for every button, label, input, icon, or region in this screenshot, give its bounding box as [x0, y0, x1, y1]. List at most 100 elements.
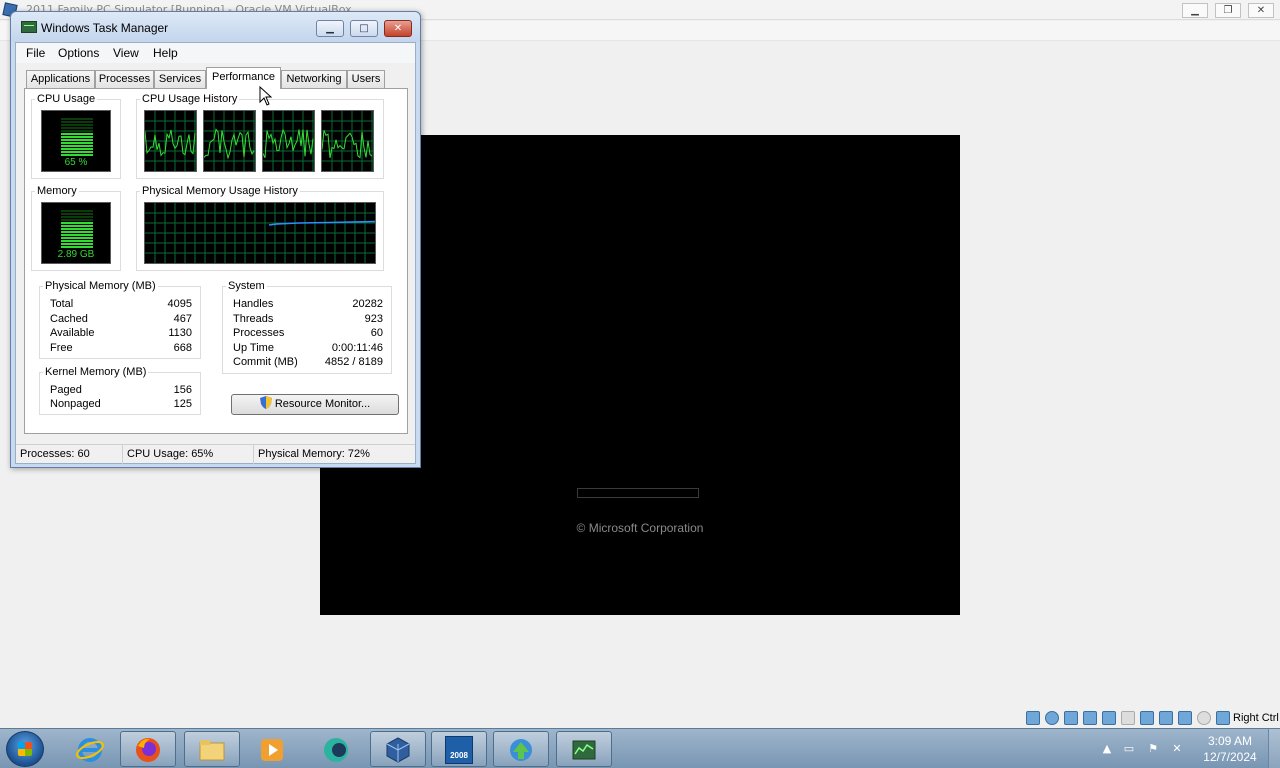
recording-icon[interactable]	[1159, 711, 1173, 725]
cpu-trace	[204, 128, 255, 160]
taskbar-app-globe[interactable]	[308, 731, 364, 767]
audio-icon[interactable]	[1064, 711, 1078, 725]
optical-drive-icon[interactable]	[1045, 711, 1059, 725]
menu-file[interactable]: File	[26, 46, 45, 60]
task-manager-taskbar-icon	[570, 736, 598, 764]
tab-services[interactable]: Services	[154, 70, 206, 88]
action-center-flag-icon[interactable]: ⚑	[1146, 742, 1160, 756]
tab-applications[interactable]: Applications	[26, 70, 95, 88]
memory-history-label: Physical Memory Usage History	[140, 185, 300, 197]
taskbar-firefox[interactable]	[120, 731, 176, 767]
show-desktop-button[interactable]	[1268, 729, 1280, 768]
memory-gauge-segment	[61, 213, 93, 215]
display-icon[interactable]	[1140, 711, 1154, 725]
volume-muted-icon[interactable]: ✕	[1170, 742, 1184, 756]
sys-processes-label: Processes	[233, 327, 285, 339]
memory-label: Memory	[35, 185, 79, 197]
internet-explorer-icon	[76, 736, 104, 764]
tab-users[interactable]: Users	[347, 70, 385, 88]
cpu-gauge-segment	[61, 133, 93, 135]
status-bar: Processes: 60 CPU Usage: 65% Physical Me…	[16, 444, 415, 464]
physical-memory-label: Physical Memory (MB)	[43, 280, 158, 292]
cpu-activity-icon[interactable]	[1178, 711, 1192, 725]
usb-icon[interactable]	[1102, 711, 1116, 725]
resource-monitor-button[interactable]: Resource Monitor...	[231, 394, 399, 415]
pm-available-value: 1130	[168, 327, 192, 339]
clock-time[interactable]: 3:09 AM	[1200, 734, 1260, 748]
taskbar-internet-explorer[interactable]	[62, 731, 118, 767]
menu-options[interactable]: Options	[58, 46, 99, 60]
virtualbox-status-bar: Right Ctrl	[1024, 710, 1280, 727]
taskbar-network-app[interactable]	[493, 731, 549, 767]
tab-processes[interactable]: Processes	[95, 70, 154, 88]
pm-cached-label: Cached	[50, 313, 88, 325]
taskbar-media-player[interactable]	[244, 731, 300, 767]
host-minimize-button[interactable]: ▁	[1182, 3, 1208, 18]
close-button[interactable]: ✕	[384, 20, 412, 37]
start-button[interactable]	[6, 731, 44, 767]
hard-disk-icon[interactable]	[1026, 711, 1040, 725]
mouse-integration-icon[interactable]	[1197, 711, 1211, 725]
memory-gauge-segment	[61, 234, 93, 236]
cpu-gauge-segment	[61, 118, 93, 120]
cpu-usage-gauge: 65 %	[41, 110, 111, 172]
status-physical-memory: Physical Memory: 72%	[258, 448, 370, 460]
pm-total-label: Total	[50, 298, 74, 310]
tab-networking[interactable]: Networking	[281, 70, 347, 88]
cpu-gauge-segment	[61, 127, 93, 129]
sys-threads-value: 923	[364, 313, 383, 325]
network-icon[interactable]	[1083, 711, 1097, 725]
taskbar-virtualbox[interactable]	[370, 731, 426, 767]
tray-network-icon[interactable]: ▭	[1122, 742, 1136, 756]
system-label: System	[226, 280, 267, 292]
system-group: System Handles 20282 Threads 923 Process…	[222, 280, 392, 374]
minimize-button[interactable]: ▁	[316, 20, 344, 37]
cpu-gauge-segment	[61, 121, 93, 123]
shared-folders-icon[interactable]	[1121, 711, 1135, 725]
clock-date[interactable]: 12/7/2024	[1200, 750, 1260, 764]
menu-view[interactable]: View	[113, 46, 139, 60]
show-hidden-icons-icon[interactable]: ▲	[1100, 742, 1114, 756]
taskbar: 2008 ▲ ▭ ⚑ ✕ 3:09 AM 12/7/2024	[0, 728, 1280, 768]
network-app-icon	[507, 736, 535, 764]
sys-uptime-label: Up Time	[233, 342, 274, 354]
firefox-icon	[134, 736, 162, 764]
media-player-icon	[258, 736, 286, 764]
memory-history-graph	[144, 202, 376, 264]
sys-handles-value: 20282	[352, 298, 383, 310]
keyboard-capture-icon[interactable]	[1216, 711, 1230, 725]
folder-icon	[198, 736, 226, 764]
physical-memory-group: Physical Memory (MB) Total 4095 Cached 4…	[39, 280, 201, 359]
cpu-gauge-segment	[61, 151, 93, 153]
host-close-button[interactable]: ✕	[1248, 3, 1274, 18]
task-manager-icon	[21, 21, 37, 33]
sys-handles-label: Handles	[233, 298, 274, 310]
taskbar-app-2008[interactable]: 2008	[431, 731, 487, 767]
memory-gauge-segment	[61, 222, 93, 224]
task-manager-window[interactable]: Windows Task Manager ▁ □ ✕ File Options …	[10, 11, 421, 468]
memory-gauge-segment	[61, 216, 93, 218]
taskbar-file-explorer[interactable]	[184, 731, 240, 767]
kernel-memory-label: Kernel Memory (MB)	[43, 366, 149, 378]
taskbar-task-manager[interactable]	[556, 731, 612, 767]
cpu-gauge-segment	[61, 154, 93, 156]
cpu-gauge-segment	[61, 130, 93, 132]
task-manager-title: Windows Task Manager	[41, 21, 169, 35]
cpu-history-graph-core-3	[262, 110, 315, 172]
km-nonpaged-value: 125	[173, 398, 192, 410]
task-manager-title-bar[interactable]: Windows Task Manager ▁ □ ✕	[11, 12, 420, 42]
sys-processes-value: 60	[370, 327, 383, 339]
memory-gauge-segment	[61, 210, 93, 212]
cpu-gauge-segment	[61, 145, 93, 147]
memory-gauge-segment	[61, 219, 93, 221]
boot-progress-bar	[577, 488, 699, 498]
sys-uptime-value: 0:00:11:46	[331, 342, 383, 354]
menu-help[interactable]: Help	[153, 46, 178, 60]
cpu-usage-group: CPU Usage 65 %	[31, 93, 121, 179]
memory-gauge-segment	[61, 237, 93, 239]
maximize-button[interactable]: □	[350, 20, 378, 37]
cpu-history-graph-core-4	[321, 110, 374, 172]
task-manager-body: File Options View Help Applications Proc…	[15, 42, 416, 464]
host-restore-button[interactable]: ❐	[1215, 3, 1241, 18]
menu-bar: File Options View Help	[16, 43, 415, 63]
